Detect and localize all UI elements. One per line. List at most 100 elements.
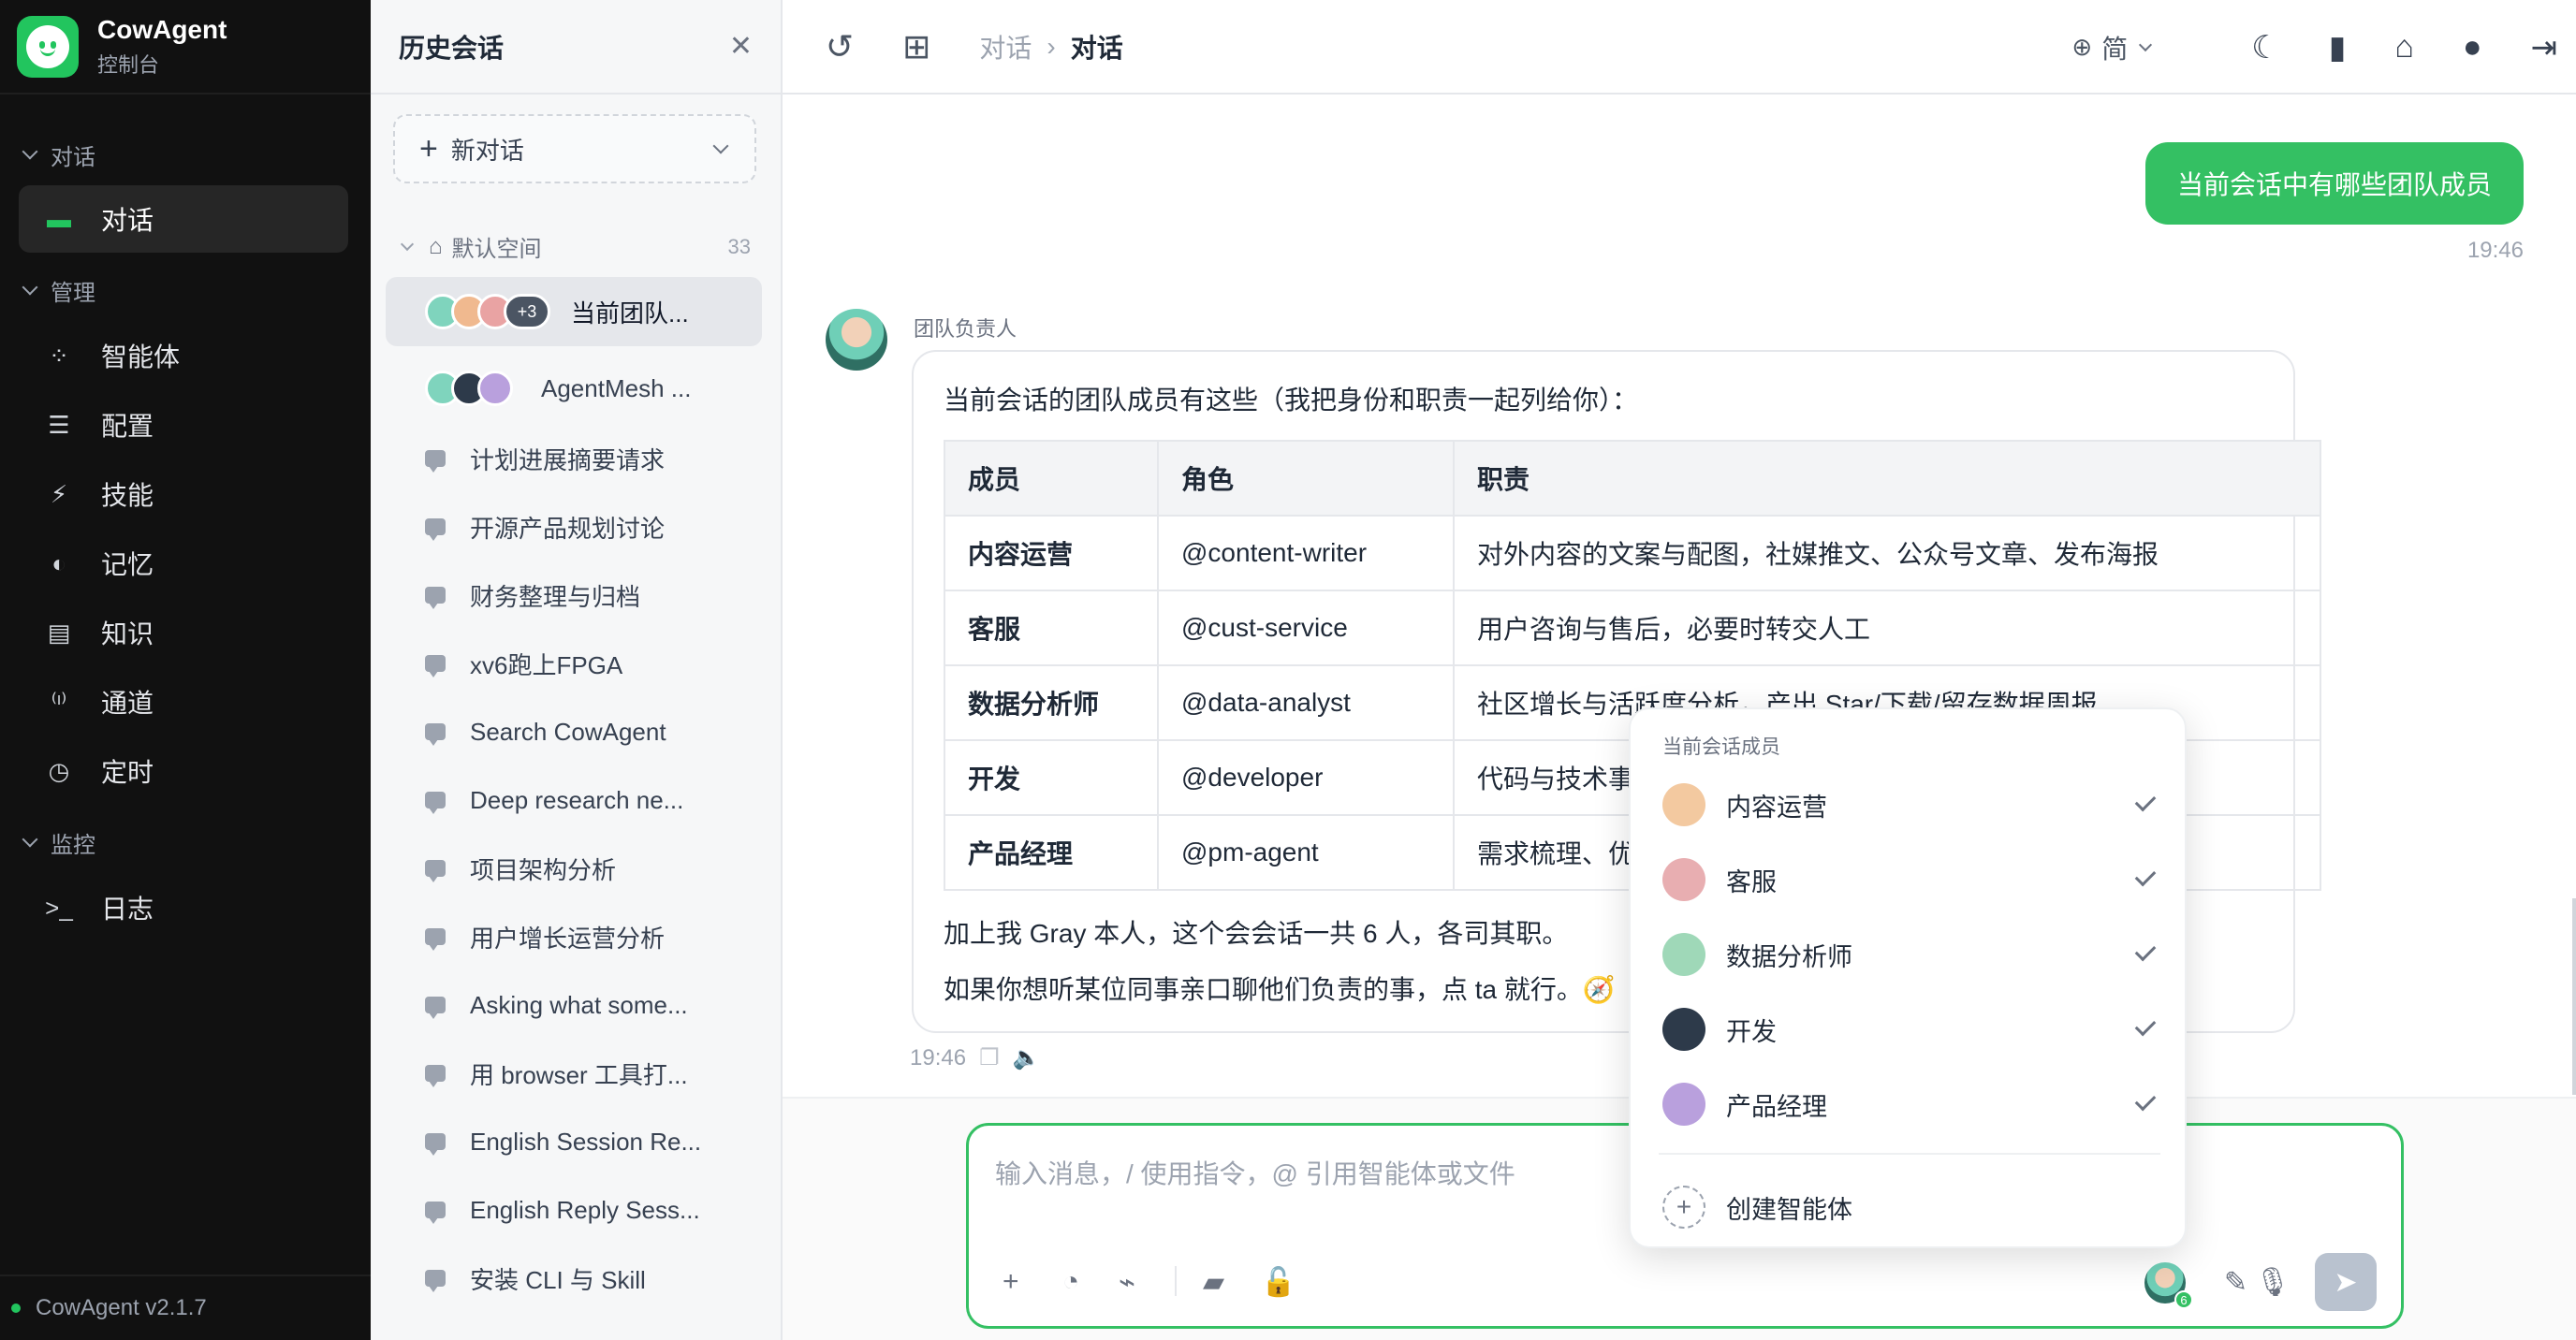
session-label: Asking what some...: [470, 990, 688, 1019]
sidebar-item-label: 定时: [101, 758, 154, 787]
table-header: 角色: [1157, 440, 1455, 517]
layout-toggle-icon[interactable]: ⊞: [902, 27, 930, 66]
member-count-badge: 6: [2174, 1290, 2193, 1309]
sidebar-item-label: 智能体: [101, 342, 181, 371]
member-name: 产品经理: [1726, 1092, 1827, 1121]
table-cell: @developer: [1157, 739, 1455, 816]
chat-bubble-icon: [425, 450, 446, 473]
agents-icon: ⁘: [49, 341, 69, 370]
space-header[interactable]: ⌂ 默认空间 33: [400, 230, 751, 263]
sidebar-item-chat[interactable]: ▬ 对话: [19, 185, 348, 253]
message-input[interactable]: 输入消息，/ 使用指令，@ 引用智能体或文件: [995, 1154, 1515, 1191]
microphone-icon[interactable]: 🎙: [2255, 1266, 2291, 1299]
sidebar-item-label: 日志: [101, 895, 154, 924]
session-item[interactable]: 财务整理与归档: [386, 561, 762, 630]
member-option[interactable]: 开发: [1631, 992, 2188, 1067]
table-cell: @cust-service: [1157, 590, 1455, 666]
sidebar-item-knowledge[interactable]: ▤ 知识: [19, 599, 348, 666]
terminal-icon: >_: [45, 893, 73, 922]
speaker-icon[interactable]: 🔈: [1013, 1044, 1041, 1071]
sidebar-item-label: 通道: [101, 689, 154, 718]
session-item[interactable]: AgentMesh ...: [386, 354, 762, 423]
session-item[interactable]: English Session Re...: [386, 1107, 762, 1176]
member-name: 开发: [1726, 1017, 1777, 1046]
sidebar-item-memory[interactable]: ◐ 记忆: [19, 530, 348, 597]
chat-main: ↺ ⊞ 对话 › 对话 ⊕ 简 ☾ ▮ ⌂ ● ⇥ 当前会话中有哪些团队成员 1…: [783, 0, 2576, 1340]
nav-group-chat[interactable]: 对话: [0, 136, 95, 173]
chevron-down-icon: [22, 279, 38, 296]
session-item[interactable]: 安装 CLI 与 Skill: [386, 1244, 762, 1313]
nav-group-monitor[interactable]: 监控: [0, 823, 95, 861]
chat-bubble-icon: [425, 928, 446, 951]
session-item[interactable]: +3 当前团队...: [386, 277, 762, 346]
sidebar-item-config[interactable]: ☰ 配置: [19, 391, 348, 459]
bot-avatar[interactable]: [826, 309, 887, 371]
breadcrumb-parent[interactable]: 对话: [979, 28, 1032, 66]
app-subtitle: 控制台: [97, 52, 160, 77]
table-header: 成员: [944, 440, 1159, 517]
bot-message-meta: 19:46 ❐ 🔈: [910, 1044, 1040, 1071]
member-option[interactable]: 数据分析师: [1631, 917, 2188, 992]
sidebar-item-label: 技能: [101, 481, 154, 510]
session-item[interactable]: 用户增长运营分析: [386, 902, 762, 971]
home-icon[interactable]: ⌂: [2394, 29, 2414, 66]
sidebar-item-skills[interactable]: ⚡ 技能: [19, 460, 348, 528]
check-icon: [2134, 1014, 2157, 1037]
member-option[interactable]: 内容运营: [1631, 767, 2188, 842]
nav-group-manage[interactable]: 管理: [0, 271, 95, 309]
session-label: 开源产品规划讨论: [470, 514, 666, 543]
session-item[interactable]: 用 browser 工具打...: [386, 1039, 762, 1108]
sidebar-item-agents[interactable]: ⁘ 智能体: [19, 322, 348, 389]
session-item[interactable]: 计划进展摘要请求: [386, 424, 762, 493]
context-usage-icon[interactable]: ◔: [1062, 1266, 1079, 1298]
member-option[interactable]: 客服: [1631, 842, 2188, 917]
close-icon[interactable]: ✕: [729, 30, 753, 63]
folder-icon[interactable]: ▰: [1203, 1266, 1224, 1299]
pen-icon[interactable]: ✎: [2224, 1266, 2247, 1299]
sidebar-item-label: 配置: [101, 412, 154, 441]
member-option[interactable]: 产品经理: [1631, 1067, 2188, 1142]
bot-line-2: 如果你想听某位同事亲口聊他们负责的事，点 ta 就行。🧭: [944, 975, 1616, 1004]
session-label: AgentMesh ...: [541, 373, 692, 402]
unlock-icon[interactable]: 🔓: [1261, 1266, 1295, 1299]
copy-icon[interactable]: ❐: [979, 1044, 1000, 1071]
check-icon: [2134, 790, 2157, 812]
session-item[interactable]: English Reply Sess...: [386, 1175, 762, 1245]
top-bar-actions: ⊕ 简 ☾ ▮ ⌂ ● ⇥: [2071, 0, 2557, 95]
brain-icon: ◐: [51, 548, 66, 577]
scrollbar[interactable]: [2572, 898, 2576, 1095]
top-bar: ↺ ⊞ 对话 › 对话 ⊕ 简 ☾ ▮ ⌂ ● ⇥: [783, 0, 2576, 95]
new-chat-button[interactable]: + 新对话: [393, 114, 756, 183]
chat-bubble-icon: [425, 1270, 446, 1292]
moon-icon[interactable]: ☾: [2251, 29, 2279, 66]
table-row: 客服 @cust-service 用户咨询与售后，必要时转交人工: [944, 590, 2321, 666]
docs-book-icon[interactable]: ▮: [2329, 29, 2347, 66]
popup-title: 当前会话成员: [1662, 736, 1780, 758]
language-selector[interactable]: ⊕ 简: [2071, 29, 2153, 66]
session-item[interactable]: xv6跑上FPGA: [386, 629, 762, 698]
plus-icon[interactable]: +: [1003, 1266, 1019, 1298]
avatar: [1662, 1008, 1705, 1051]
session-item[interactable]: 项目架构分析: [386, 834, 762, 903]
chat-bubble-icon: [425, 723, 446, 746]
chat-bubble-icon: [425, 518, 446, 541]
chevron-down-icon[interactable]: [712, 138, 729, 154]
logout-icon[interactable]: ⇥: [2531, 29, 2558, 66]
popup-divider: [1659, 1153, 2160, 1155]
sidebar-item-logs[interactable]: >_ 日志: [19, 874, 348, 941]
new-chat-label: 新对话: [450, 136, 524, 165]
session-item[interactable]: Search CowAgent: [386, 697, 762, 766]
send-button[interactable]: ➤: [2315, 1253, 2377, 1311]
nav-group-label: 管理: [51, 280, 95, 306]
table-cell: 产品经理: [944, 814, 1159, 891]
attachment-icon[interactable]: ⌁: [1119, 1266, 1135, 1299]
session-item[interactable]: 开源产品规划讨论: [386, 492, 762, 561]
session-item[interactable]: Asking what some...: [386, 970, 762, 1040]
history-icon[interactable]: ↺: [826, 27, 854, 66]
session-item[interactable]: Deep research ne...: [386, 765, 762, 835]
sidebar-item-channels[interactable]: ⁽ᶦ⁾ 通道: [19, 668, 348, 736]
create-agent-button[interactable]: + 创建智能体: [1631, 1173, 2188, 1241]
table-header-row: 成员 角色 职责: [944, 440, 2321, 517]
github-icon[interactable]: ●: [2463, 29, 2482, 66]
sidebar-item-schedule[interactable]: ◷ 定时: [19, 737, 348, 805]
